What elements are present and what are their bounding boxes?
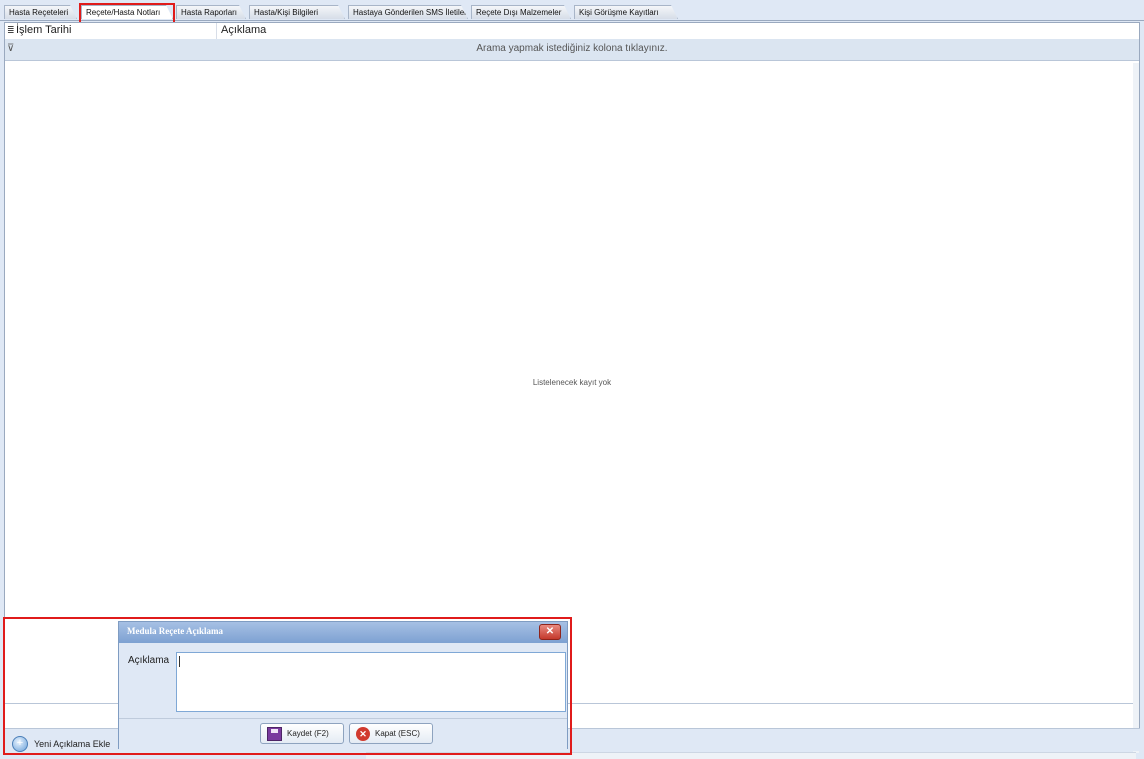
column-header-aciklama[interactable]: Açıklama [221,24,266,36]
plus-circle-icon: + [12,736,28,752]
aciklama-textarea[interactable] [176,652,566,712]
horizontal-scrollbar[interactable] [366,752,1136,759]
tab-sms-iletileri[interactable]: Hastaya Gönderilen SMS İletileri [348,5,468,19]
add-note-label: Yeni Açıklama Ekle [34,739,111,749]
close-label: Kapat (ESC) [375,729,420,738]
tab-label: Hasta/Kişi Bilgileri [254,8,319,17]
tab-recete-disi-malzemeler[interactable]: Reçete Dışı Malzemeler [471,5,571,19]
text-caret [179,656,180,667]
tab-label: Hasta Raporları [181,8,238,17]
add-note-button[interactable]: + Yeni Açıklama Ekle [12,733,118,755]
tab-label: Hasta Reçeteleri [9,8,69,17]
dialog-title-bar[interactable]: Medula Reçete Açıklama ✕ [119,622,567,643]
aciklama-label: Açıklama [128,655,170,666]
save-button[interactable]: Kaydet (F2) [260,723,344,744]
save-label: Kaydet (F2) [287,729,329,738]
tab-hasta-kisi-bilgileri[interactable]: Hasta/Kişi Bilgileri [249,5,345,19]
empty-message: Listelenecek kayıt yok [532,378,612,387]
cancel-icon: ✕ [356,726,370,741]
close-icon[interactable]: ✕ [539,624,561,640]
tab-label: Reçete Dışı Malzemeler [476,8,562,17]
column-header-islem-tarihi[interactable]: İşlem Tarihi [16,24,71,36]
medula-recete-aciklama-dialog: Medula Reçete Açıklama ✕ Açıklama Kaydet… [118,621,568,749]
tab-label: Hastaya Gönderilen SMS İletileri [353,8,469,17]
filter-hint: Arama yapmak istediğiniz kolona tıklayın… [476,43,668,54]
tab-hasta-raporlari[interactable]: Hasta Raporları [176,5,246,19]
column-separator [216,23,217,39]
column-chooser-icon[interactable]: ≣ [7,25,15,36]
close-button[interactable]: ✕ Kapat (ESC) [349,723,433,744]
filter-row[interactable]: ⊽ Arama yapmak istediğiniz kolona tıklay… [5,39,1139,61]
vertical-scrollbar[interactable] [1133,63,1139,753]
dialog-footer: Kaydet (F2) ✕ Kapat (ESC) [119,718,567,749]
floppy-disk-icon [267,726,282,741]
tab-label: Kişi Görüşme Kayıtları [579,8,659,17]
tab-recete-hasta-notlari[interactable]: Reçete/Hasta Notları [81,5,173,19]
dialog-title: Medula Reçete Açıklama [127,626,223,636]
column-header-row: ≣ İşlem Tarihi Açıklama [5,23,1139,40]
tab-hasta-receteleri[interactable]: Hasta Reçeteleri [4,5,77,19]
tab-label: Reçete/Hasta Notları [86,8,161,17]
tab-kisi-gorusme-kayitlari[interactable]: Kişi Görüşme Kayıtları [574,5,678,19]
tab-strip: Hasta Reçeteleri Reçete/Hasta Notları Ha… [0,4,1144,21]
